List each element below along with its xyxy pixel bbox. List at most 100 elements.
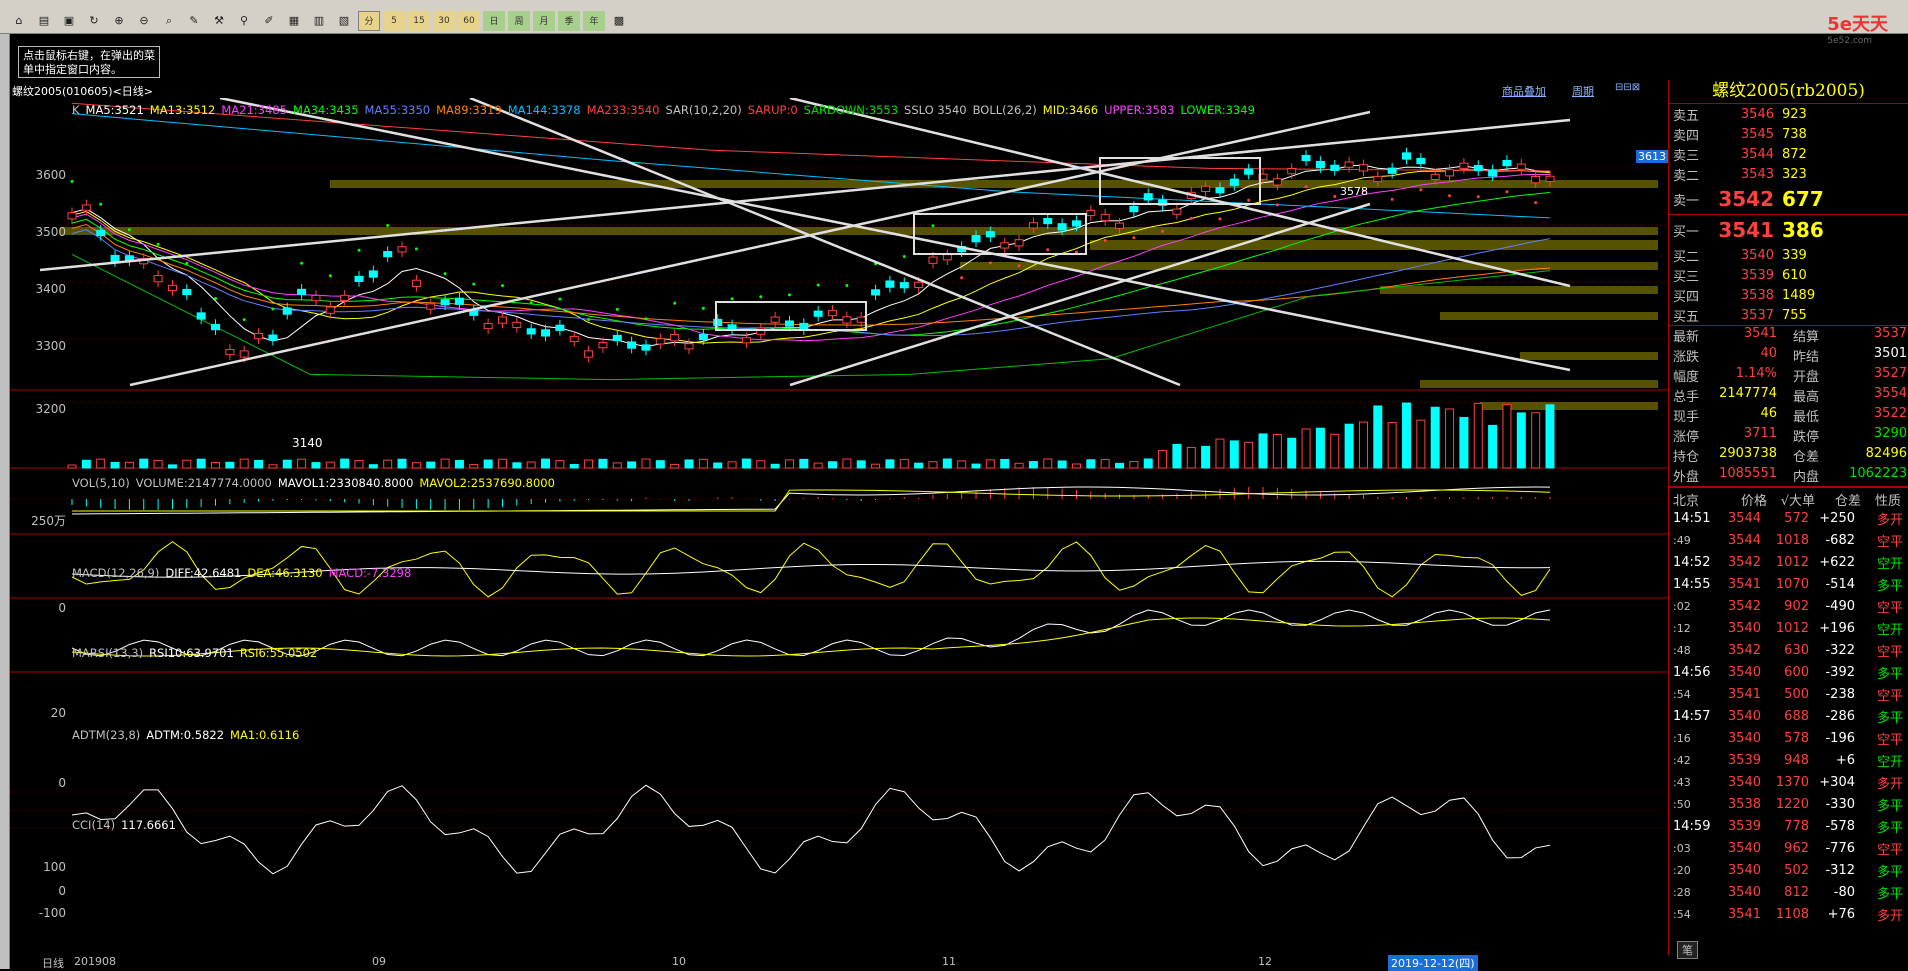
tick-row[interactable]: 14:55 3541 1070 -514 多平 [1669, 573, 1908, 595]
tick-row[interactable]: :49 3544 1018 -682 空平 [1669, 529, 1908, 551]
tick-row[interactable]: :43 3540 1370 +304 多开 [1669, 771, 1908, 793]
volume-bar [1445, 408, 1455, 469]
bottom-tab[interactable]: 笔 [1677, 941, 1698, 959]
bid-row[interactable]: 买一 3541 386 [1669, 215, 1908, 245]
tick-list[interactable]: 14:51 3544 572 +250 多开:49 3544 1018 -682 空平 14:52… [1669, 507, 1908, 925]
candle-body [526, 328, 536, 335]
volume-bar [512, 462, 522, 469]
stat-cell: 幅度 [1673, 370, 1700, 385]
sar-dot [529, 301, 533, 305]
tick-row[interactable]: 14:57 3540 688 -286 多平 [1669, 705, 1908, 727]
ob-label: 卖四 [1673, 128, 1700, 144]
ask-row[interactable]: 卖五 3546 923 [1669, 104, 1908, 124]
filter-icon[interactable]: ⚲ [233, 11, 255, 31]
period-month[interactable]: 月 [533, 10, 555, 31]
tick-row[interactable]: :03 3540 962 -776 空平 [1669, 837, 1908, 859]
period-15[interactable]: 15 [408, 10, 430, 31]
ask-row[interactable]: 卖四 3545 738 [1669, 124, 1908, 144]
grid-icon[interactable]: ▩ [608, 11, 630, 31]
tick-row[interactable]: 14:56 3540 600 -392 多平 [1669, 661, 1908, 683]
tick-row[interactable]: 14:59 3539 778 -578 多平 [1669, 815, 1908, 837]
macd-legend-item: DEA:46.3130 [247, 566, 323, 580]
bid-row[interactable]: 买二 3540 339 [1669, 245, 1908, 265]
tick-row[interactable]: :16 3540 578 -196 空平 [1669, 727, 1908, 749]
period-60[interactable]: 60 [458, 10, 480, 31]
period-quarter[interactable]: 季 [558, 10, 580, 31]
ask-row[interactable]: 卖一 3542 677 [1669, 184, 1908, 214]
vol-legend-item: VOLUME:2147774.0000 [135, 476, 272, 490]
period-5[interactable]: 5 [383, 10, 405, 31]
search-icon[interactable]: ⌕ [158, 11, 180, 31]
bid-row[interactable]: 买四 3538 1489 [1669, 285, 1908, 305]
left-sidebar[interactable] [0, 34, 10, 969]
volume-bar [1014, 462, 1024, 469]
bid-row[interactable]: 买五 3537 755 [1669, 305, 1908, 325]
kline-chart[interactable] [10, 98, 1668, 955]
tick-cell: 630 [1784, 642, 1809, 658]
chart-icon[interactable]: ▥ [308, 11, 330, 31]
period-year[interactable]: 年 [583, 10, 605, 31]
tick-header-price: 价格 [1740, 494, 1767, 509]
tick-row[interactable]: :28 3540 812 -80 多平 [1669, 881, 1908, 903]
stat-cell: 总手 [1673, 390, 1700, 405]
volume-bar [383, 459, 393, 469]
zoom-in-icon[interactable]: ⊕ [108, 11, 130, 31]
stat-cell: 涨跌 [1673, 350, 1700, 365]
volume-bar [340, 458, 350, 469]
bid-row[interactable]: 买三 3539 610 [1669, 265, 1908, 285]
candle-body [856, 316, 866, 323]
candle-body [1287, 167, 1297, 175]
period-30[interactable]: 30 [433, 10, 455, 31]
sar-dot [500, 284, 504, 288]
period-week[interactable]: 周 [508, 10, 530, 31]
tools-icon[interactable]: ⚒ [208, 11, 230, 31]
home-icon[interactable]: ⌂ [8, 11, 30, 31]
tick-row[interactable]: :48 3542 630 -322 空平 [1669, 639, 1908, 661]
period-min[interactable]: 分 [358, 10, 380, 31]
volume-bar [727, 461, 737, 469]
tick-row[interactable]: :02 3542 902 -490 空平 [1669, 595, 1908, 617]
ask-row[interactable]: 卖三 3544 872 [1669, 144, 1908, 164]
volume-bar [196, 458, 206, 469]
tick-row[interactable]: :50 3538 1220 -330 多平 [1669, 793, 1908, 815]
cci-line [71, 784, 1551, 875]
zoom-out-icon[interactable]: ⊖ [133, 11, 155, 31]
volume-profile-band [330, 180, 1658, 188]
window-controls-icon[interactable]: ⊟⊟⊠ [1615, 82, 1640, 93]
tick-cell: 多开 [1876, 512, 1903, 528]
period-day[interactable]: 日 [483, 10, 505, 31]
volume-bar [1344, 423, 1354, 469]
tick-row[interactable]: :12 3540 1012 +196 空开 [1669, 617, 1908, 639]
tick-row[interactable]: :42 3539 948 +6 空开 [1669, 749, 1908, 771]
sar-dot [816, 283, 820, 287]
pencil-icon[interactable]: ✎ [183, 11, 205, 31]
volume-bar [1115, 462, 1125, 469]
refresh-icon[interactable]: ↻ [83, 11, 105, 31]
candle-body [1100, 213, 1110, 222]
volume-bar [627, 461, 637, 469]
candle-body [254, 332, 264, 340]
calculator-icon[interactable]: ▧ [333, 11, 355, 31]
stat-cell: 3554 [1873, 386, 1907, 401]
tick-row[interactable]: 14:52 3542 1012 +622 空开 [1669, 551, 1908, 573]
window-icon[interactable]: ▣ [58, 11, 80, 31]
table-icon[interactable]: ▦ [283, 11, 305, 31]
overlay-link[interactable]: 商品叠加 [1502, 83, 1546, 99]
tick-row[interactable]: :54 3541 500 -238 空平 [1669, 683, 1908, 705]
stat-cell: 现手 [1673, 410, 1700, 425]
tick-header-volume[interactable]: √大单 [1767, 490, 1815, 509]
period-link[interactable]: 周期 [1572, 83, 1594, 99]
sar-dot [328, 274, 332, 278]
tick-row[interactable]: 14:51 3544 572 +250 多开 [1669, 507, 1908, 529]
candle-body [555, 324, 565, 331]
tick-row[interactable]: :54 3541 1108 +76 多开 [1669, 903, 1908, 925]
folder-icon[interactable]: ▤ [33, 11, 55, 31]
ask-row[interactable]: 卖二 3543 323 [1669, 164, 1908, 184]
boll-lower-line [71, 253, 1551, 381]
stat-cell: 46 [1760, 406, 1777, 421]
pen-icon[interactable]: ✐ [258, 11, 280, 31]
k-legend-item: BOLL(26,2) [972, 103, 1037, 117]
tick-row[interactable]: :20 3540 502 -312 多平 [1669, 859, 1908, 881]
quote-panel: 螺纹2005(rb2005) 卖五 3546 923 卖四 3545 738 卖三 3544 8… [1668, 80, 1908, 959]
tick-cell: :20 [1673, 863, 1691, 877]
